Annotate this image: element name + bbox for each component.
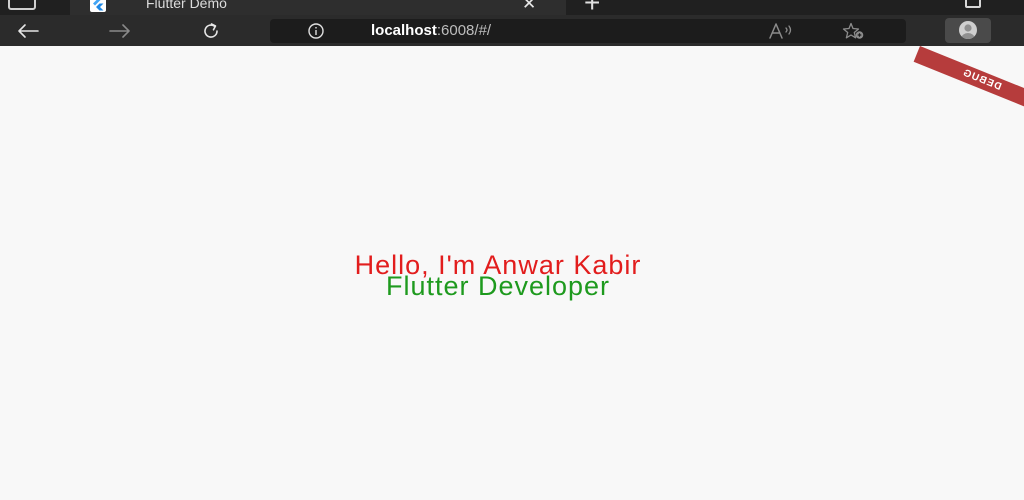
- tab-flutter-demo[interactable]: Flutter Demo ✕: [70, 0, 566, 15]
- info-icon[interactable]: [308, 23, 324, 39]
- debug-banner-label: DEBUG: [913, 46, 1024, 115]
- debug-banner: DEBUG: [913, 46, 1024, 115]
- tab-title: Flutter Demo: [146, 0, 227, 11]
- forward-arrow-icon[interactable]: [106, 19, 134, 43]
- add-favorite-icon[interactable]: [842, 22, 866, 45]
- reload-icon[interactable]: [197, 19, 225, 43]
- profile-avatar-icon: [959, 21, 977, 39]
- flutter-icon: [90, 0, 106, 12]
- new-tab-button[interactable]: +: [584, 0, 600, 15]
- address-bar[interactable]: localhost:6008/#/: [270, 19, 906, 43]
- url-path: :6008/#/: [436, 22, 492, 39]
- url-text: localhost:6008/#/: [371, 22, 491, 39]
- maximize-icon[interactable]: [965, 0, 981, 8]
- browser-toolbar: localhost:6008/#/: [0, 15, 1024, 46]
- back-arrow-icon[interactable]: [14, 19, 42, 43]
- browser-window: Flutter Demo ✕ +: [0, 0, 1024, 500]
- read-aloud-icon[interactable]: [768, 22, 798, 45]
- url-host: localhost: [371, 22, 437, 39]
- flutter-app-viewport: DEBUG Hello, I'm Anwar Kabir Flutter Dev…: [0, 46, 1024, 500]
- profile-button[interactable]: [945, 18, 991, 43]
- tab-strip: Flutter Demo ✕ +: [0, 0, 1024, 15]
- tab-close-icon[interactable]: ✕: [522, 0, 536, 14]
- tab-actions-icon[interactable]: [8, 0, 36, 10]
- role-text: Flutter Developer: [385, 271, 611, 301]
